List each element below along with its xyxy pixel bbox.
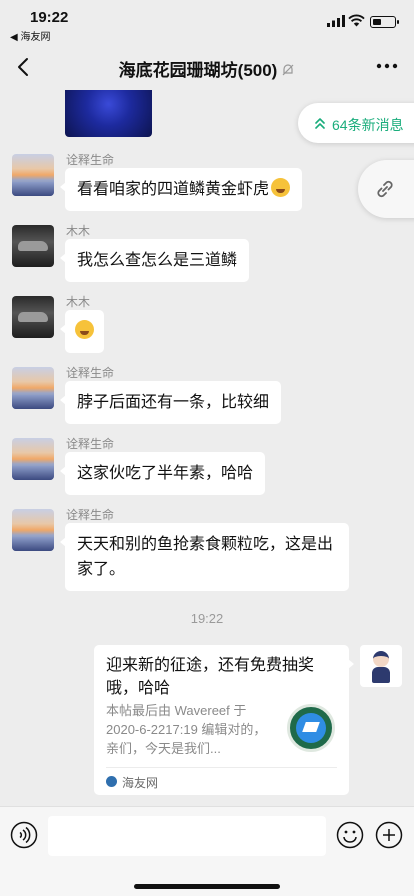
card-divider — [106, 767, 337, 768]
message-text: 脖子后面还有一条，比较细 — [77, 394, 270, 411]
chat-area[interactable]: 诠释生命 看看咱家的四道鳞黄金虾虎 木木 我怎么查怎么是三道鳞 木木 诠释生命 … — [0, 90, 414, 806]
avatar[interactable] — [12, 154, 54, 196]
avatar[interactable] — [12, 296, 54, 338]
sender-name: 诠释生命 — [66, 366, 115, 380]
wifi-icon — [348, 14, 365, 27]
thinking-face-emoji-icon — [271, 178, 291, 197]
double-chevron-up-icon — [315, 118, 325, 129]
message-text: 我怎么查怎么是三道鳞 — [77, 252, 238, 269]
message-bubble[interactable] — [60, 310, 104, 353]
message-text: 看看咱家的四道鳞黄金虾虎 — [77, 181, 270, 198]
message-bubble[interactable]: 脖子后面还有一条，比较细 — [59, 381, 282, 424]
source-globe-icon — [106, 776, 117, 787]
message-bubble[interactable]: 这家伙吃了半年素，哈哈 — [59, 452, 266, 495]
avatar[interactable] — [12, 367, 54, 409]
self-avatar[interactable] — [360, 645, 402, 687]
chat-title-text: 海底花园珊瑚坊(500) — [118, 61, 278, 80]
link-icon — [377, 180, 393, 198]
back-to-app-link[interactable]: ◀ 海友网 — [10, 28, 50, 43]
message-bubble[interactable]: 看看咱家的四道鳞黄金虾虎 — [59, 168, 303, 211]
floating-link-button[interactable] — [358, 160, 414, 218]
sender-name: 诠释生命 — [66, 153, 115, 167]
message-bubble[interactable]: 天天和别的鱼抢素食颗粒吃，这是出家了。 — [60, 523, 349, 591]
cellular-signal-icon — [327, 15, 345, 27]
message-text: 这家伙吃了半年素，哈哈 — [77, 465, 254, 482]
new-messages-button[interactable]: 64条新消息 — [298, 103, 414, 143]
new-messages-label: 64条新消息 — [332, 117, 404, 133]
status-time: 19:22 — [30, 9, 69, 26]
card-title: 迎来新的征途，还有免费抽奖哦，哈哈 — [106, 657, 315, 697]
sender-name: 木木 — [66, 295, 91, 309]
plus-icon[interactable] — [375, 821, 403, 849]
card-thumbnail-logo — [287, 704, 335, 752]
message-text: 天天和别的鱼抢素食颗粒吃，这是出家了。 — [77, 536, 334, 578]
status-bar: 19:22 ◀ 海友网 — [0, 0, 414, 44]
avatar[interactable] — [12, 438, 54, 480]
sender-name: 诠释生命 — [66, 437, 115, 451]
avatar[interactable] — [12, 225, 54, 267]
laughing-tears-emoji-icon — [75, 320, 94, 339]
battery-icon — [370, 16, 399, 28]
nav-bar: 海底花园珊瑚坊(500) — [0, 44, 414, 90]
voice-input-icon[interactable] — [10, 821, 38, 849]
home-indicator[interactable] — [134, 884, 280, 889]
link-card[interactable]: 迎来新的征途，还有免费抽奖哦，哈哈 本帖最后由 Wavereef 于 2020-… — [94, 645, 354, 795]
avatar[interactable] — [12, 509, 54, 551]
chat-title: 海底花园珊瑚坊(500) — [0, 56, 414, 81]
input-bar — [0, 806, 414, 896]
sender-name: 诠释生命 — [66, 508, 115, 522]
message-input[interactable] — [48, 816, 326, 856]
more-options-icon[interactable] — [376, 63, 398, 69]
sender-name: 木木 — [66, 224, 91, 238]
card-source: 海友网 — [122, 776, 159, 790]
image-message[interactable] — [65, 90, 152, 137]
emoji-icon[interactable] — [336, 821, 364, 849]
message-bubble[interactable]: 我怎么查怎么是三道鳞 — [59, 239, 250, 282]
card-description: 本帖最后由 Wavereef 于 2020-6-2217:19 编辑对的，亲们，… — [106, 703, 267, 756]
message-timestamp: 19:22 — [190, 611, 224, 626]
mute-bell-icon — [282, 64, 294, 76]
